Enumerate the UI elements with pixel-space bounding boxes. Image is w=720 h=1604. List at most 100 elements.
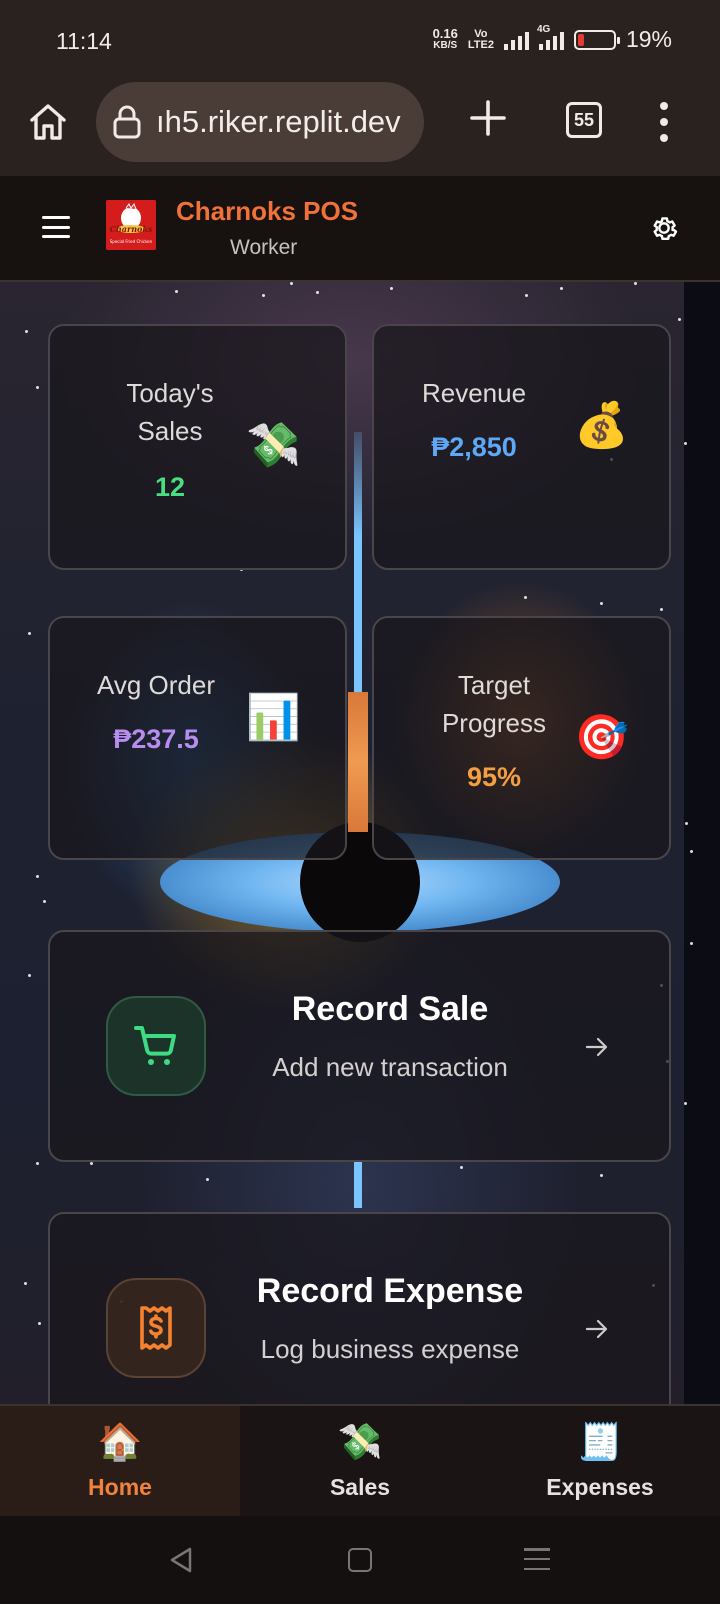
star-decoration [24, 1282, 27, 1285]
star-decoration [25, 330, 28, 333]
url-bar[interactable]: ıh5.riker.replit.dev [96, 82, 424, 162]
cart-icon-box [106, 996, 206, 1096]
action-subtitle: Add new transaction [272, 1052, 508, 1082]
battery-icon [573, 29, 620, 50]
star-decoration [460, 1166, 463, 1169]
more-vert-icon[interactable] [652, 102, 676, 142]
lock-icon [113, 105, 141, 139]
receipt-icon-box [106, 1278, 206, 1378]
nav-label: Sales [329, 1474, 391, 1500]
star-decoration [600, 1174, 603, 1177]
action-title: Record Expense [256, 1272, 524, 1310]
star-decoration [90, 1162, 93, 1165]
menu-icon[interactable] [42, 216, 70, 238]
stat-label: Today's Sales [90, 374, 250, 450]
network-type: 4G [536, 23, 551, 35]
stat-card-avg-order: Avg Order ₱237.5 📊 [48, 616, 347, 860]
house-icon: 🏠 [97, 1421, 143, 1462]
star-decoration [600, 602, 603, 605]
user-role: Worker [230, 236, 298, 259]
network-speed-value: 0.16 [432, 25, 458, 41]
arrow-right-icon [585, 1319, 608, 1339]
star-decoration [390, 287, 393, 290]
status-indicators: 0.16 KB/S Vo LTE2 4G 19% [432, 24, 672, 53]
receipt-dollar-icon [140, 1306, 172, 1350]
star-decoration [690, 942, 693, 945]
record-expense-button[interactable]: Record Expense Log business expense [48, 1212, 671, 1404]
background-decoration [354, 432, 362, 692]
svg-text:Special Fried Chicken: Special Fried Chicken [110, 239, 153, 244]
record-sale-button[interactable]: Record Sale Add new transaction [48, 930, 671, 1162]
nav-label: Expenses [546, 1474, 654, 1500]
bottom-navigation: 🏠 Home 💸 Sales 🧾 Expenses [0, 1404, 720, 1516]
stat-card-todays-sales: Today's Sales 12 💸 [48, 324, 347, 570]
stat-label: Target Progress [414, 666, 574, 742]
dashboard[interactable]: Today's Sales 12 💸 Revenue ₱2,850 💰 Avg … [0, 282, 720, 1404]
star-decoration [38, 1322, 41, 1325]
app-logo: Charnoks Special Fried Chicken [106, 200, 156, 250]
nav-tab-expenses[interactable]: 🧾 Expenses [480, 1406, 720, 1516]
browser-toolbar: ıh5.riker.replit.dev 55 [0, 80, 720, 176]
money-bag-icon: 💰 [574, 401, 629, 450]
nav-label: Home [88, 1474, 152, 1500]
system-navigation-bar [0, 1516, 720, 1604]
volte-top-text: Vo [474, 27, 488, 40]
star-decoration [660, 608, 663, 611]
arrow-right-icon [585, 1037, 608, 1057]
star-decoration [525, 294, 528, 297]
volte-icon: Vo LTE2 [467, 27, 494, 51]
plus-icon [470, 100, 506, 136]
volte-bottom-text: LTE2 [467, 38, 494, 51]
stat-value: ₱237.5 [113, 724, 199, 754]
bar-chart-icon: 📊 [246, 693, 301, 742]
scrollbar-track [684, 282, 720, 1404]
new-tab-button[interactable] [468, 98, 508, 138]
nav-tab-home[interactable]: 🏠 Home [0, 1406, 240, 1516]
stat-card-revenue: Revenue ₱2,850 💰 [372, 324, 671, 570]
star-decoration [684, 442, 687, 445]
shopping-cart-icon [134, 1026, 176, 1065]
star-decoration [316, 291, 319, 294]
stat-label: Revenue [421, 378, 527, 408]
star-decoration [524, 596, 527, 599]
stat-label: Avg Order [96, 670, 215, 700]
browser-home-button[interactable] [24, 98, 72, 146]
home-square-icon[interactable] [348, 1548, 372, 1572]
tabs-count: 55 [573, 109, 595, 130]
status-time: 11:14 [56, 28, 112, 54]
nav-tab-sales[interactable]: 💸 Sales [240, 1406, 480, 1516]
money-with-wings-icon: 💸 [337, 1421, 383, 1462]
background-decoration [348, 692, 368, 832]
star-decoration [685, 822, 688, 825]
recents-menu-icon[interactable] [524, 1548, 550, 1570]
star-decoration [36, 1162, 39, 1165]
signal-4g-icon: 4G [537, 24, 564, 50]
tabs-button[interactable]: 55 [566, 102, 602, 138]
star-decoration [262, 294, 265, 297]
settings-button[interactable] [648, 212, 680, 244]
star-decoration [28, 632, 31, 635]
action-title: Record Sale [291, 990, 489, 1028]
url-text: ıh5.riker.replit.dev [156, 104, 401, 139]
home-icon [30, 104, 66, 140]
stat-value: 95% [466, 762, 522, 792]
signal-icon [503, 30, 529, 50]
stat-value: ₱2,850 [431, 432, 517, 462]
back-icon[interactable] [168, 1546, 194, 1574]
star-decoration [690, 850, 693, 853]
star-decoration [560, 287, 563, 290]
receipt-icon: 🧾 [577, 1421, 623, 1462]
star-decoration [206, 1178, 209, 1181]
network-speed: 0.16 KB/S [432, 25, 458, 52]
app-title: Charnoks POS [176, 196, 359, 226]
stat-card-target-progress: Target Progress 95% 🎯 [372, 616, 671, 860]
status-bar: 11:14 0.16 KB/S Vo LTE2 4G 19% [0, 0, 720, 80]
background-decoration [354, 1160, 362, 1208]
star-decoration [634, 282, 637, 285]
star-decoration [43, 900, 46, 903]
stat-label-line: Progress [441, 708, 547, 738]
network-speed-unit: KB/S [433, 39, 458, 51]
star-decoration [678, 318, 681, 321]
stat-label-line: Today's [126, 378, 214, 408]
action-subtitle: Log business expense [260, 1334, 520, 1364]
